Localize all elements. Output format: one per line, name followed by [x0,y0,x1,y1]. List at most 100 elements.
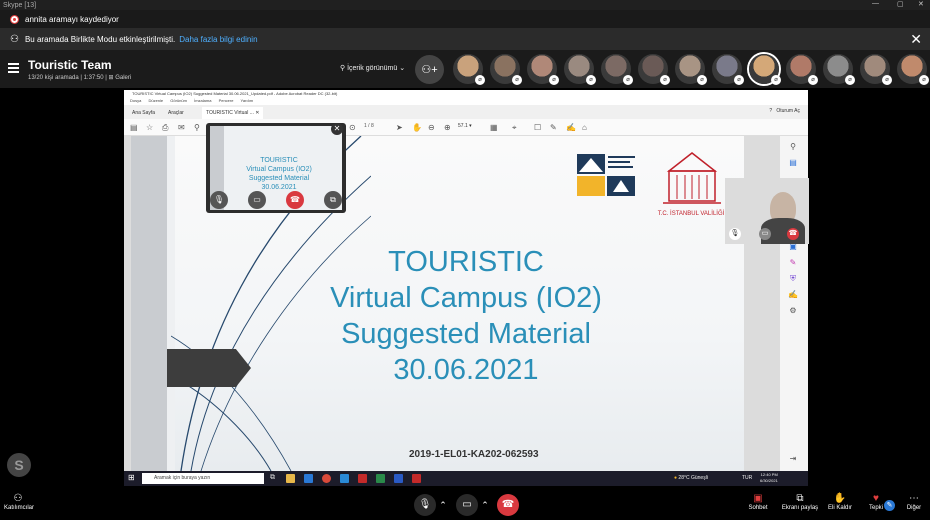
participant-avatar[interactable]: ⌀ [601,54,633,85]
export-pdf-icon[interactable]: ▤ [788,158,798,168]
draw-icon[interactable]: ✍ [566,123,576,132]
save-icon[interactable]: ▤ [130,123,138,132]
mute-button[interactable]: 🎙 [414,494,436,516]
participant-avatar[interactable]: ⌀ [860,54,892,85]
tab-document[interactable]: TOURISTIC Virtual ... ✕ [202,107,264,119]
pen-icon[interactable]: ✎ [884,500,895,511]
participant-avatar[interactable]: ⌀ [564,54,596,85]
minimize-button[interactable]: — [872,0,879,10]
share-screen-button[interactable]: ⧉ Ekranı paylaş [780,492,820,511]
task-view-icon[interactable]: ⧉ [270,474,279,483]
close-banner-icon[interactable]: ✕ [910,31,922,48]
window-title: Skype [13] [3,1,37,9]
next-page-icon[interactable]: ⊙ [349,123,356,132]
search-icon[interactable]: ⚲ [194,123,200,132]
self-video-icon[interactable]: ▭ [759,228,771,240]
hand-icon: ✋ [833,493,847,504]
participant-avatar[interactable]: ⌀ [527,54,559,85]
skype-taskbar-icon[interactable] [340,474,349,483]
more-button[interactable]: ⋯ Diğer [902,492,926,511]
content-view-button[interactable]: ⚲ İçerik görünümü ⌄ [340,64,405,72]
fill-sign-icon[interactable]: ✍ [788,290,798,300]
participants-button[interactable]: ⚇ Katılımcılar [4,492,34,511]
skype-logo-icon: S [7,453,31,477]
menu-item[interactable]: İmzalama [194,98,211,103]
file-explorer-icon[interactable] [286,474,295,483]
sign-icon[interactable]: ⌂ [582,123,587,132]
close-window-button[interactable]: ✕ [918,0,924,10]
mic-off-icon: 🎙 [418,499,432,510]
react-label: Tepki [868,505,883,511]
zoom-out-icon[interactable]: ⊖ [428,123,435,132]
participant-avatar[interactable]: ⌀ [897,54,929,85]
mini-end-call-icon[interactable]: ☎ [286,191,304,209]
mini-call-window[interactable]: TOURISTIC Virtual Campus (IO2) Suggested… [206,123,346,213]
print-icon[interactable]: ⎙ [162,123,168,133]
language-indicator[interactable]: TUR [742,475,756,483]
menu-item[interactable]: Yardım [241,98,254,103]
video-button[interactable]: ▭ [456,494,478,516]
participant-avatar[interactable]: ⌀ [453,54,485,85]
excel-icon[interactable] [376,474,385,483]
tab-tools[interactable]: Araçlar [164,107,188,119]
mini-video-off-icon[interactable]: ▭ [248,191,266,209]
participant-avatar[interactable]: ⌀ [786,54,818,85]
weather-widget[interactable]: ● 28°C Güneşli [674,475,708,481]
self-end-icon[interactable]: ☎ [787,228,799,240]
protect-icon[interactable]: ⛨ [788,274,798,284]
menu-item[interactable]: Düzenle [148,98,163,103]
menu-icon[interactable] [8,63,19,73]
page-indicator[interactable]: 1 / 8 [364,123,374,129]
mail-icon[interactable]: ✉ [178,123,185,132]
comment-icon[interactable]: ☐ [534,123,541,132]
zoom-in-icon[interactable]: ⊕ [444,123,451,132]
collapse-panel-icon[interactable]: ⇥ [788,454,798,464]
participant-avatar[interactable]: ⌀ [823,54,855,85]
participant-avatar[interactable]: ⌀ [490,54,522,85]
chrome-icon[interactable] [322,474,331,483]
tab-home[interactable]: Ana Sayfa [128,107,159,119]
mic-muted-icon: ⌀ [475,75,485,85]
mini-popout-icon[interactable]: ⧉ [324,191,342,209]
acrobat-taskbar-icon[interactable] [358,474,367,483]
video-options-caret[interactable]: ⌃ [479,494,491,516]
mic-muted-icon: ⌀ [808,75,818,85]
zoom-level[interactable]: 57.1 ▾ [458,123,472,129]
self-video-preview[interactable]: 🎙 ▭ ☎ [725,178,809,244]
participant-avatar[interactable]: ⌀ [638,54,670,85]
fit-icon[interactable]: ⌖ [512,123,517,133]
raise-hand-button[interactable]: ✋ Eli Kaldır [826,492,854,511]
recording-text: annita aramayı kaydediyor [25,14,119,24]
learn-more-link[interactable]: Daha fazla bilgi edinin [179,35,257,44]
cursor-icon[interactable]: ➤ [396,123,403,132]
pdf-app-icon[interactable] [412,474,421,483]
add-participant-button[interactable]: ⚇+ [415,55,444,84]
page-view-icon[interactable]: ▦ [490,123,498,132]
sign-in-button[interactable]: ? Oturum Aç [769,108,800,114]
maximize-button[interactable]: ▢ [897,0,904,10]
highlight-icon[interactable]: ✎ [550,123,557,132]
taskbar-search-input[interactable]: Aramak için buraya yazın [142,473,264,484]
participant-avatar[interactable]: ⌀ [675,54,707,85]
word-icon[interactable] [394,474,403,483]
end-call-button[interactable]: ☎ [497,494,519,516]
audio-options-caret[interactable]: ⌃ [437,494,449,516]
comment-tool-icon[interactable]: ✎ [788,258,798,268]
mini-mute-icon[interactable]: 🎙 [210,191,228,209]
search-tool-icon[interactable]: ⚲ [788,142,798,152]
chat-button[interactable]: ▣ Sohbet [744,492,772,511]
menu-item[interactable]: Dosya [130,98,141,103]
star-icon[interactable]: ☆ [146,123,153,132]
self-mute-icon[interactable]: 🎙 [729,228,741,240]
participant-avatar[interactable]: ⌀ [749,54,781,85]
mic-muted-icon: ⌀ [771,75,781,85]
menu-item[interactable]: Pencere [219,98,234,103]
mini-close-icon[interactable]: ✕ [331,123,343,135]
windows-start-icon[interactable]: ⊞ [128,474,136,482]
more-tools-icon[interactable]: ⚙ [788,306,798,316]
edge-icon[interactable] [304,474,313,483]
hand-icon[interactable]: ✋ [412,123,422,132]
participant-avatar[interactable]: ⌀ [712,54,744,85]
menu-item[interactable]: Görünüm [170,98,187,103]
taskbar-clock[interactable]: 12:40 PM 6/30/2021 [760,472,778,484]
